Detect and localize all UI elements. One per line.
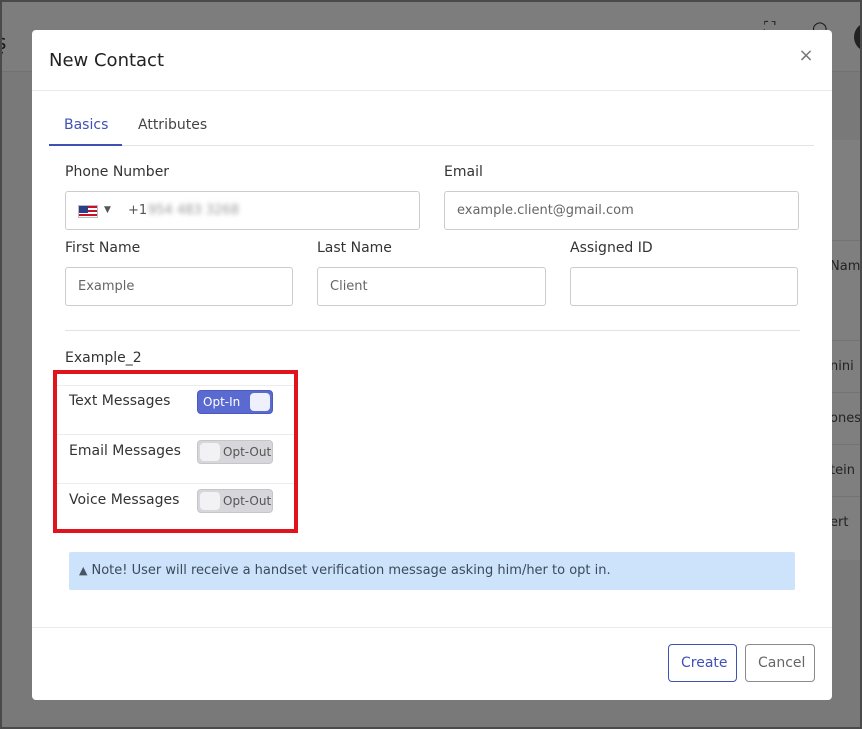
phone-number-value: 954 483 3268 bbox=[148, 203, 239, 218]
modal-footer-divider bbox=[32, 627, 832, 628]
tab-bar: Basics Attributes bbox=[49, 114, 814, 146]
verification-note: ▲ Note! User will receive a handset verif… bbox=[69, 552, 795, 590]
country-selector[interactable]: ▼ bbox=[78, 205, 114, 219]
modal-header-divider bbox=[32, 90, 832, 91]
first-name-field[interactable] bbox=[65, 267, 293, 306]
tab-attributes[interactable]: Attributes bbox=[123, 114, 222, 146]
highlight-annotation-box bbox=[53, 370, 298, 533]
verification-note-text: Note! User will receive a handset verifi… bbox=[91, 563, 611, 578]
phone-country-code: +1 bbox=[128, 203, 148, 218]
email-field[interactable] bbox=[444, 191, 799, 230]
create-button[interactable]: Create bbox=[668, 644, 737, 682]
first-name-label: First Name bbox=[65, 240, 141, 256]
subscription-group-title: Example_2 bbox=[65, 350, 142, 366]
last-name-label: Last Name bbox=[317, 240, 392, 256]
assigned-id-field[interactable] bbox=[570, 267, 798, 306]
us-flag-icon bbox=[78, 205, 98, 218]
section-divider bbox=[65, 330, 800, 331]
last-name-field[interactable] bbox=[317, 267, 546, 306]
new-contact-modal: New Contact × Basics Attributes Phone Nu… bbox=[32, 30, 832, 700]
modal-title: New Contact bbox=[49, 50, 165, 71]
close-icon[interactable]: × bbox=[796, 46, 816, 66]
warning-icon: ▲ bbox=[79, 564, 88, 577]
phone-number-label: Phone Number bbox=[65, 164, 170, 180]
assigned-id-label: Assigned ID bbox=[570, 240, 653, 256]
phone-number-input[interactable]: ▼ +1 954 483 3268 bbox=[65, 191, 420, 230]
tab-basics[interactable]: Basics bbox=[49, 114, 122, 146]
caret-down-icon: ▼ bbox=[104, 205, 111, 215]
cancel-button[interactable]: Cancel bbox=[745, 644, 815, 682]
email-label: Email bbox=[444, 164, 483, 180]
